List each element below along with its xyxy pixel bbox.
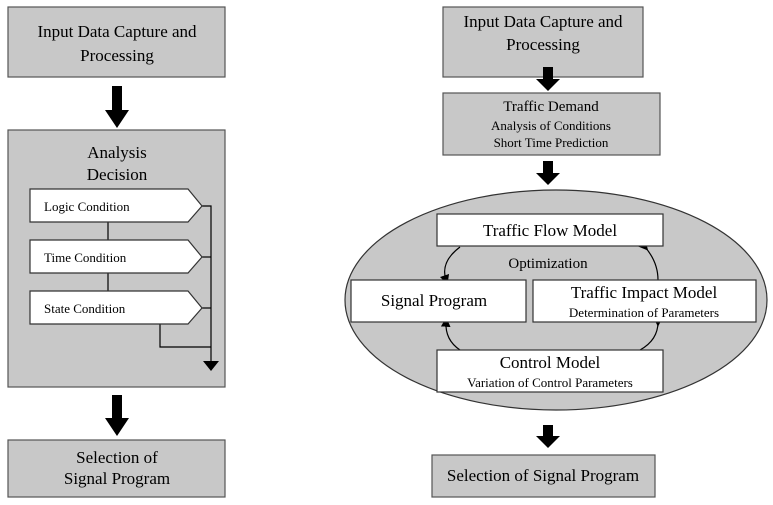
logic-condition: Logic Condition bbox=[29, 188, 203, 223]
label: Processing bbox=[506, 35, 580, 54]
left-selection-box: Selection of Signal Program bbox=[7, 439, 226, 498]
right-selection-box: Selection of Signal Program bbox=[431, 454, 656, 498]
title: Traffic Impact Model bbox=[571, 283, 718, 302]
subtitle: Determination of Parameters bbox=[569, 305, 719, 320]
label: Signal Program bbox=[381, 291, 487, 310]
label: State Condition bbox=[44, 301, 126, 316]
traffic-demand-box: Traffic Demand Analysis of Conditions Sh… bbox=[442, 92, 661, 156]
left-input-box: Input Data Capture and Processing bbox=[7, 6, 226, 78]
line: Analysis of Conditions bbox=[491, 118, 611, 133]
right-input-box: Input Data Capture and Processing bbox=[442, 6, 644, 78]
label: Processing bbox=[80, 46, 154, 65]
analysis-title: Analysis bbox=[87, 143, 147, 162]
title: Control Model bbox=[500, 353, 601, 372]
label: Input Data Capture and bbox=[37, 22, 197, 41]
label: Time Condition bbox=[44, 250, 127, 265]
label: Logic Condition bbox=[44, 199, 130, 214]
diagram: Input Data Capture and Processing Analys… bbox=[7, 6, 768, 498]
label: Selection of bbox=[76, 448, 158, 467]
label: Signal Program bbox=[64, 469, 170, 488]
line: Short Time Prediction bbox=[494, 135, 609, 150]
title: Traffic Demand bbox=[503, 99, 599, 115]
label: Traffic Flow Model bbox=[483, 221, 617, 240]
optimization-ellipse: Optimization Traffic Flow Model Signal P… bbox=[344, 189, 768, 411]
label: Selection of Signal Program bbox=[447, 466, 639, 485]
label: Input Data Capture and bbox=[463, 12, 623, 31]
down-arrow-icon bbox=[536, 425, 560, 448]
state-condition: State Condition bbox=[29, 290, 203, 325]
analysis-decision-box: Analysis Decision Logic Condition Time C… bbox=[7, 129, 226, 388]
down-arrow-icon bbox=[536, 161, 560, 185]
subtitle: Variation of Control Parameters bbox=[467, 375, 633, 390]
down-arrow-icon bbox=[105, 86, 129, 128]
decision-title: Decision bbox=[87, 165, 148, 184]
optimization-label: Optimization bbox=[508, 256, 588, 272]
control-model-box: Control Model Variation of Control Param… bbox=[436, 349, 664, 393]
traffic-impact-model-box: Traffic Impact Model Determination of Pa… bbox=[532, 279, 757, 323]
signal-program-box: Signal Program bbox=[350, 279, 527, 323]
traffic-flow-model-box: Traffic Flow Model bbox=[436, 213, 664, 247]
down-arrow-icon bbox=[105, 395, 129, 436]
time-condition: Time Condition bbox=[29, 239, 203, 274]
